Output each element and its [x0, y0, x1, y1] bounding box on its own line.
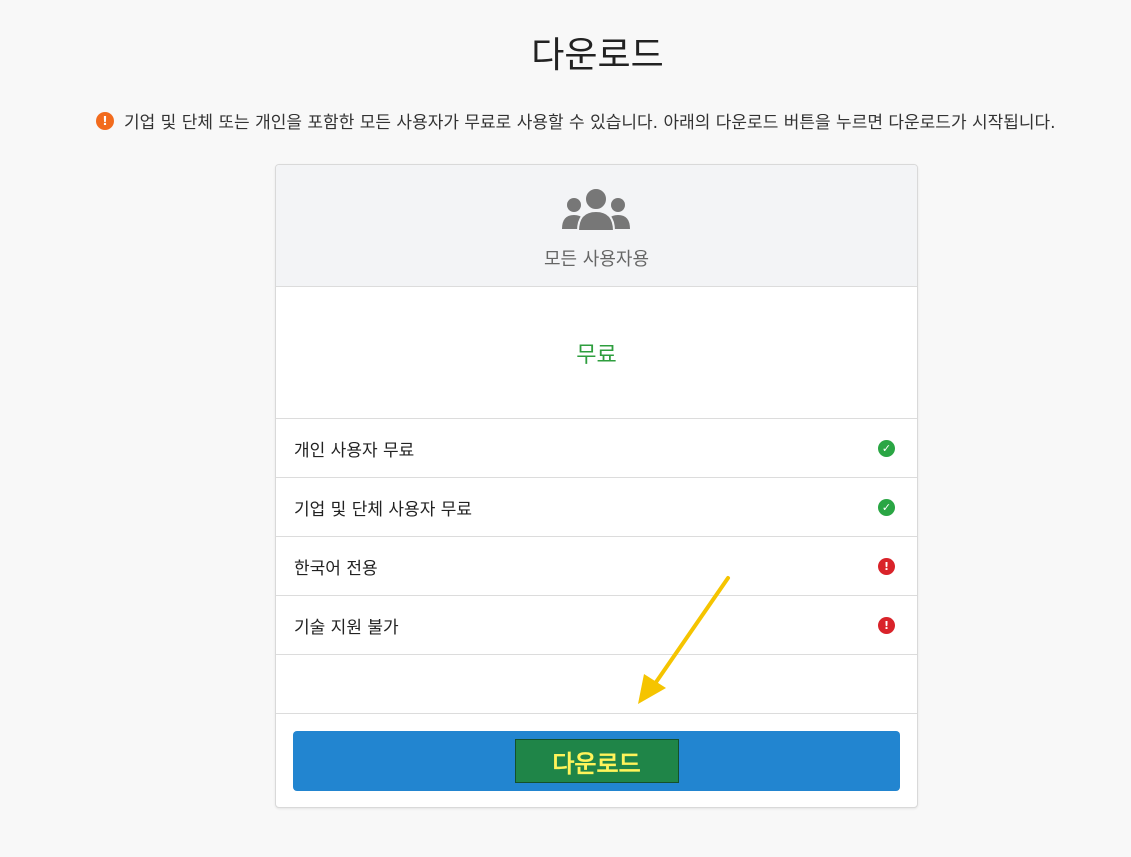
plan-header: 모든 사용자용 — [276, 165, 917, 287]
users-icon — [562, 187, 630, 231]
plan-card: 모든 사용자용 무료 개인 사용자 무료 ✓ 기업 및 단체 사용자 무료 ✓ … — [275, 164, 918, 808]
empty-row — [276, 655, 917, 714]
feature-row: 기업 및 단체 사용자 무료 ✓ — [276, 478, 917, 537]
feature-label: 기업 및 단체 사용자 무료 — [294, 499, 473, 520]
check-circle-icon: ✓ — [878, 439, 895, 457]
plan-subtitle: 모든 사용자용 — [543, 249, 650, 270]
notice-text: 기업 및 단체 또는 개인을 포함한 모든 사용자가 무료로 사용할 수 있습니… — [124, 113, 1056, 133]
download-button[interactable]: 다운로드 — [293, 731, 900, 791]
feature-label: 한국어 전용 — [294, 558, 378, 579]
feature-label: 개인 사용자 무료 — [294, 440, 415, 461]
page-title: 다운로드 — [531, 35, 664, 76]
download-button-label[interactable]: 다운로드 — [514, 739, 679, 783]
check-circle-icon: ✓ — [878, 498, 895, 516]
price-text: 무료 — [576, 342, 617, 368]
feature-row: 개인 사용자 무료 ✓ — [276, 419, 917, 478]
feature-label: 기술 지원 불가 — [294, 617, 399, 638]
price-area: 무료 — [276, 287, 917, 419]
notice: ! 기업 및 단체 또는 개인을 포함한 모든 사용자가 무료로 사용할 수 있… — [96, 108, 1056, 133]
alert-circle-icon: ! — [878, 557, 895, 575]
feature-row: 기술 지원 불가 ! — [276, 596, 917, 655]
feature-row: 한국어 전용 ! — [276, 537, 917, 596]
button-area: 다운로드 — [276, 714, 917, 807]
exclamation-icon: ! — [96, 111, 114, 130]
alert-circle-icon: ! — [878, 616, 895, 634]
